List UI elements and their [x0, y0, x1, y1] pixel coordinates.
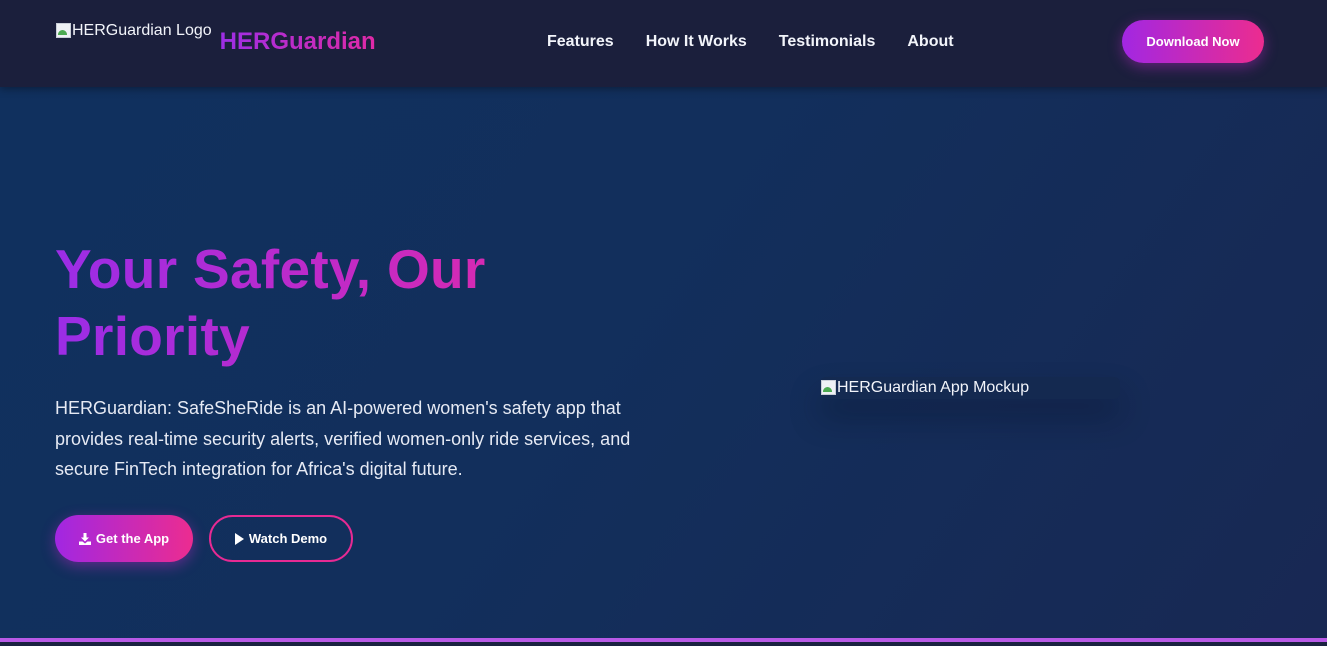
logo-image[interactable]: HERGuardian Logo: [55, 20, 212, 42]
logo-alt-text: HERGuardian Logo: [72, 22, 212, 39]
nav-link-about[interactable]: About: [907, 31, 953, 53]
get-the-app-button[interactable]: Get the App: [55, 515, 193, 562]
mockup-alt-text: HERGuardian App Mockup: [837, 379, 1030, 396]
app-mockup-image: HERGuardian App Mockup: [820, 377, 1120, 399]
brand[interactable]: HERGuardian Logo HERGuardian: [55, 20, 376, 56]
watch-demo-button[interactable]: Watch Demo: [209, 515, 353, 562]
site-header: HERGuardian Logo HERGuardian Features Ho…: [0, 0, 1327, 87]
nav-link-testimonials[interactable]: Testimonials: [779, 31, 876, 53]
broken-image-icon: [820, 379, 836, 395]
get-the-app-label: Get the App: [95, 531, 170, 546]
download-now-button[interactable]: Download Now: [1122, 20, 1264, 63]
hero-actions: Get the App Watch Demo: [55, 515, 353, 562]
brand-name[interactable]: HERGuardian: [220, 28, 376, 56]
broken-image-icon: [55, 22, 71, 38]
nav-link-how-it-works[interactable]: How It Works: [646, 31, 747, 53]
section-divider: [0, 638, 1327, 646]
watch-demo-label: Watch Demo: [248, 531, 328, 546]
hero-section: Your Safety, Our Priority HERGuardian: S…: [0, 87, 1327, 638]
play-icon: [234, 532, 244, 545]
download-icon: [78, 532, 91, 545]
hero-description: HERGuardian: SafeSheRide is an AI-powere…: [55, 398, 631, 479]
main-nav: Features How It Works Testimonials About: [547, 31, 954, 53]
nav-link-features[interactable]: Features: [547, 31, 614, 53]
hero-title: Your Safety, Our Priority: [55, 236, 615, 370]
